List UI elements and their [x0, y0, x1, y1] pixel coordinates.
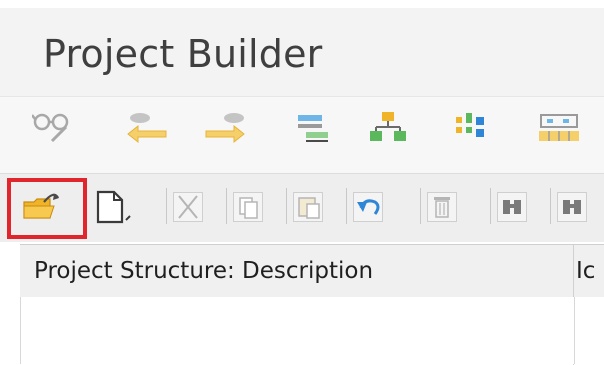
page-title: Project Builder — [43, 32, 323, 76]
copy-icon[interactable] — [226, 188, 270, 224]
column-header-description[interactable]: Project Structure: Description — [34, 245, 564, 297]
open-button-highlight — [7, 178, 87, 239]
paste-icon[interactable] — [286, 188, 330, 224]
arrow-right-icon[interactable] — [200, 109, 250, 144]
layout-bars-icon[interactable] — [292, 109, 336, 142]
find-icon[interactable] — [490, 188, 534, 224]
title-bar: Project Builder — [0, 8, 604, 97]
transport-icon[interactable] — [535, 109, 585, 141]
application-toolbar — [0, 97, 604, 173]
delete-icon[interactable] — [420, 188, 464, 224]
cut-icon[interactable] — [166, 188, 210, 224]
standard-toolbar — [0, 173, 604, 242]
glasses-edit-icon[interactable] — [31, 109, 76, 143]
grid-nodes-icon[interactable] — [450, 109, 494, 141]
top-strip — [0, 0, 604, 8]
find-next-icon[interactable] — [550, 188, 594, 224]
arrow-left-icon[interactable] — [122, 109, 172, 144]
new-document-icon[interactable] — [90, 188, 134, 224]
column-divider-body — [574, 297, 575, 364]
project-structure-table-header: Project Structure: Description Ic — [20, 244, 604, 365]
org-chart-icon[interactable] — [366, 109, 410, 141]
undo-icon[interactable] — [346, 188, 390, 224]
column-header-id[interactable]: Ic — [576, 245, 604, 297]
project-structure-table-body[interactable] — [20, 297, 604, 364]
